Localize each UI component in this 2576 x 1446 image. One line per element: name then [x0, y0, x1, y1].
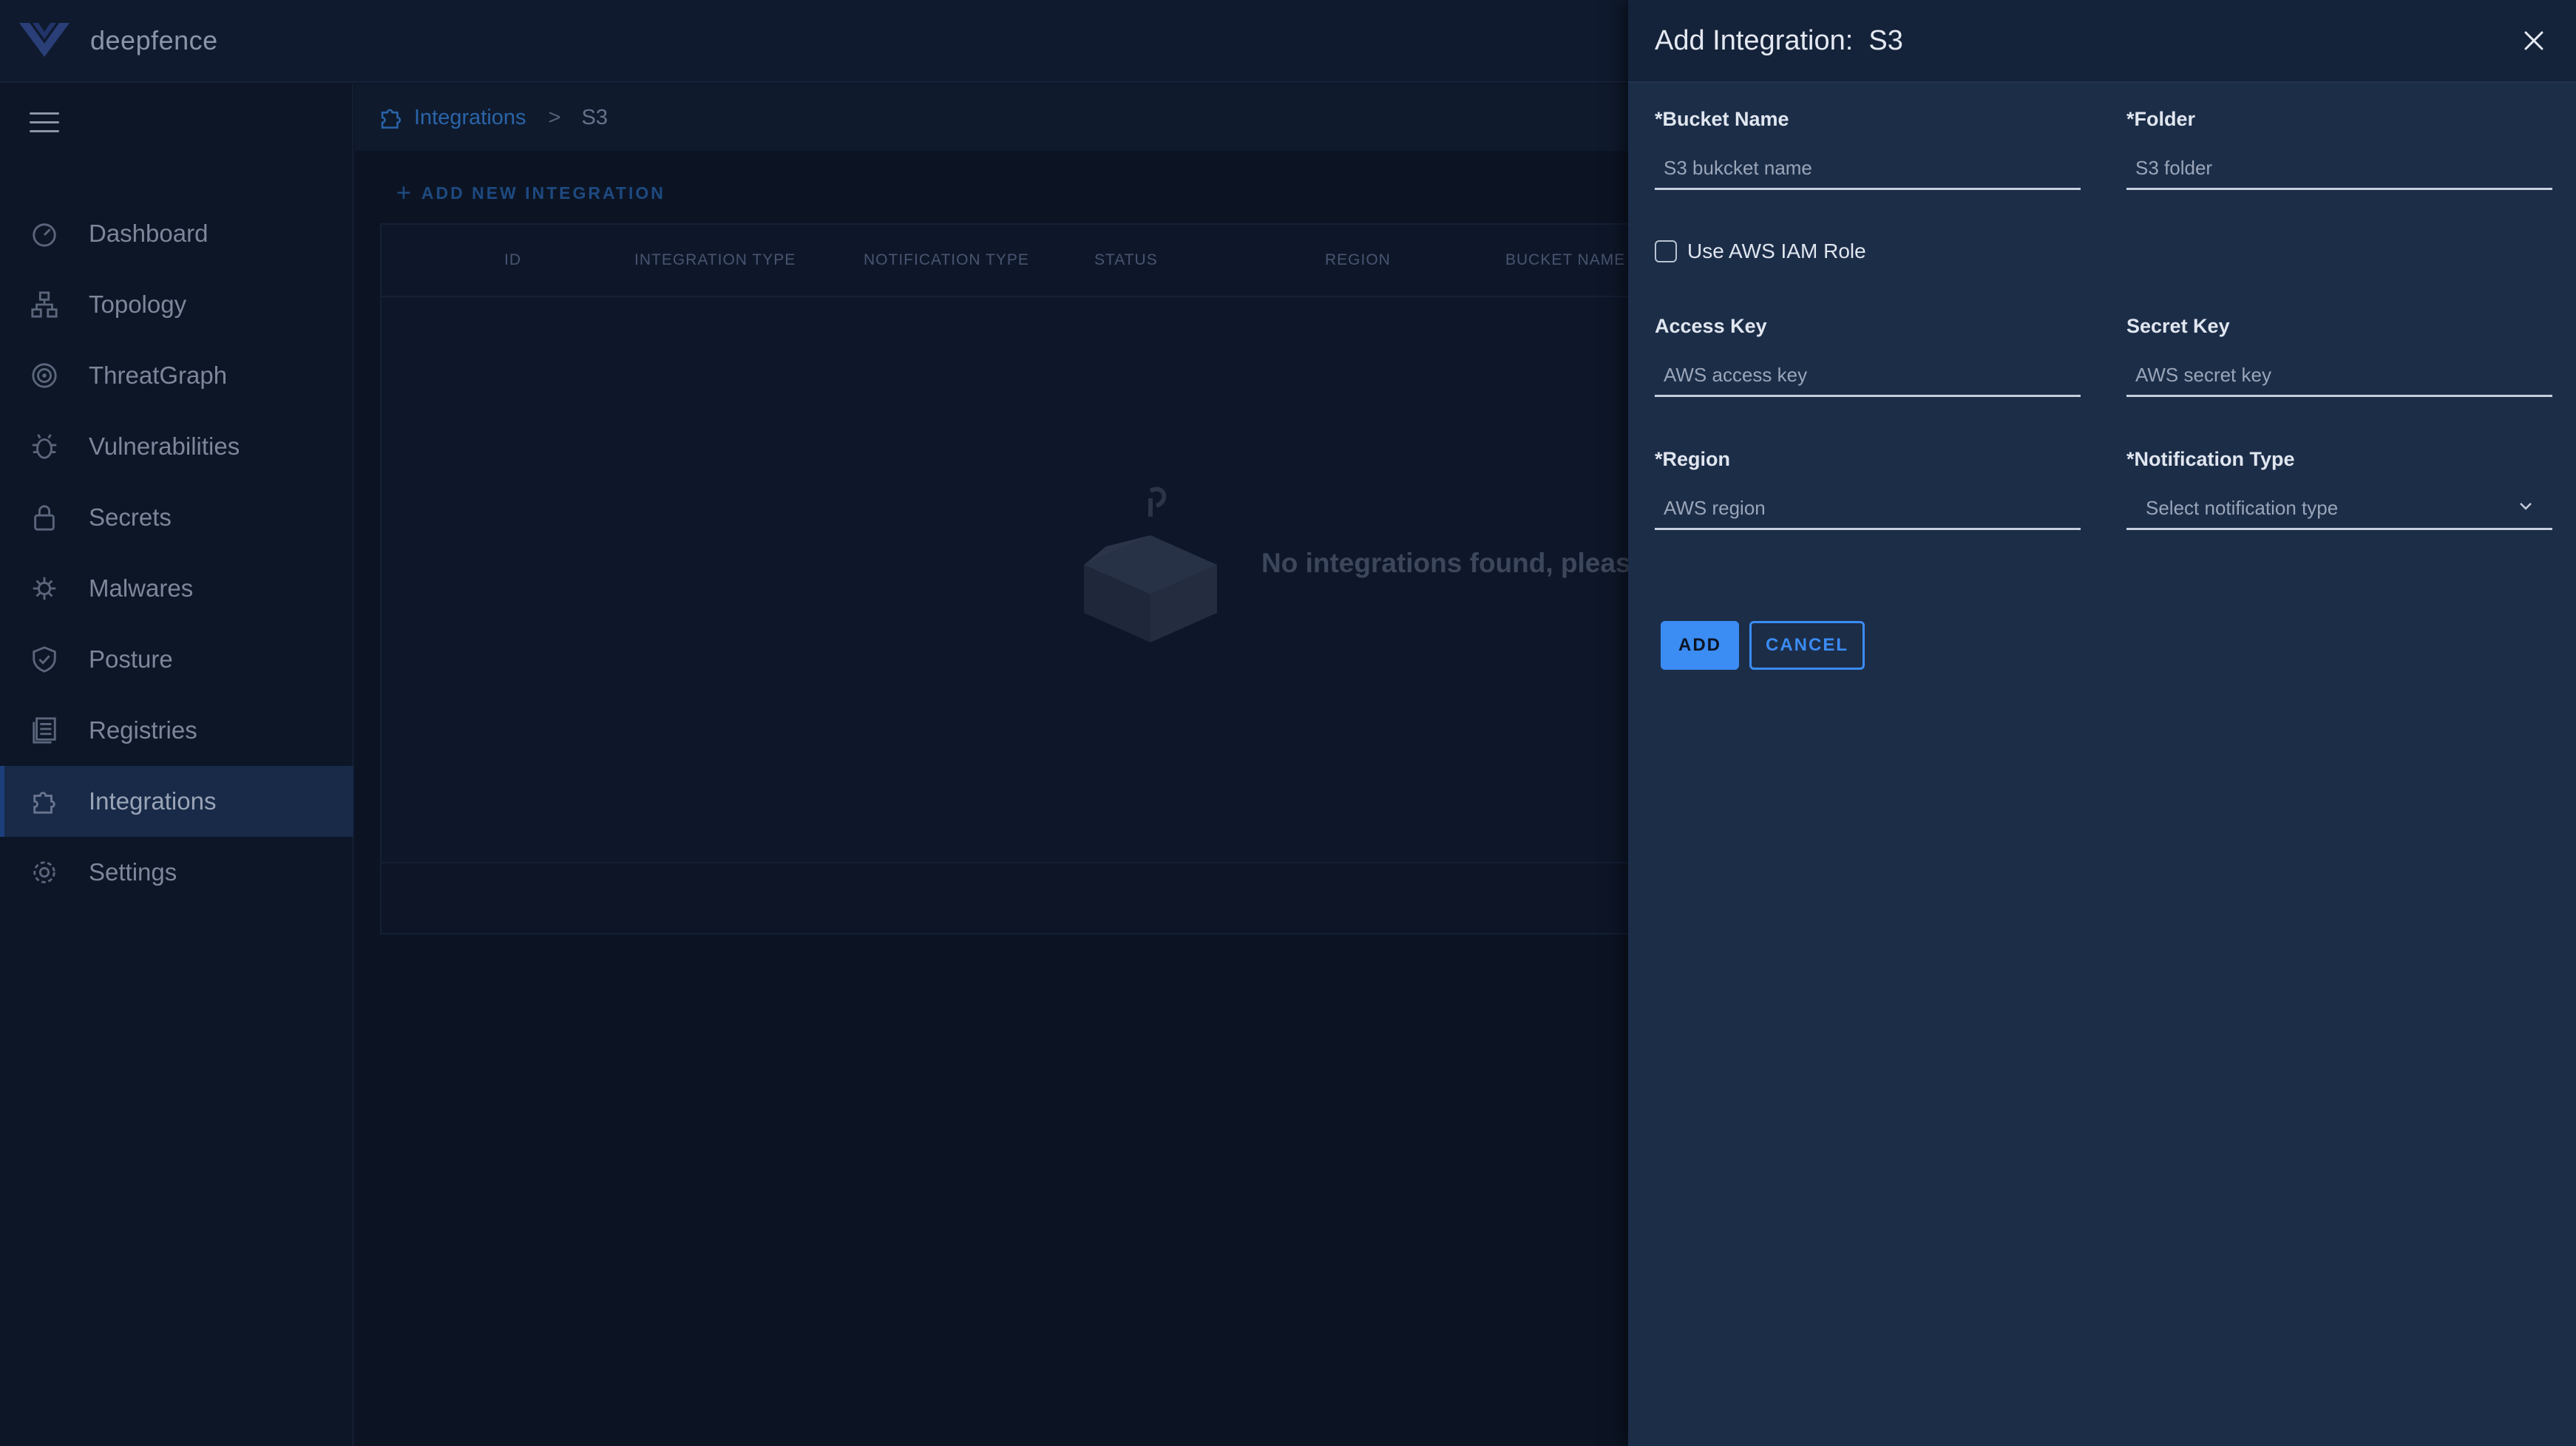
- folder-field: *Folder: [2126, 108, 2552, 190]
- topology-icon: [30, 290, 59, 319]
- sidebar: Dashboard Topology ThreatGraph Vulnerabi…: [0, 84, 353, 1446]
- chevron-right-icon: >: [548, 105, 561, 129]
- breadcrumb-current: S3: [581, 105, 608, 129]
- region-label: *Region: [1655, 448, 1731, 470]
- sidebar-item-malwares[interactable]: Malwares: [0, 553, 353, 624]
- add-button[interactable]: ADD: [1661, 621, 1739, 670]
- registries-icon: [30, 716, 59, 745]
- sidebar-item-label: Vulnerabilities: [89, 432, 240, 460]
- brand-name: deepfence: [90, 25, 218, 55]
- sidebar-item-label: Settings: [89, 858, 177, 886]
- column-header-notification-type[interactable]: NOTIFICATION TYPE: [864, 251, 1029, 269]
- use-aws-iam-role-checkbox-row[interactable]: Use AWS IAM Role: [1655, 240, 1866, 263]
- column-header-integration-type[interactable]: INTEGRATION TYPE: [634, 251, 796, 269]
- bucket-name-label: *Bucket Name: [1655, 108, 1789, 130]
- column-header-status[interactable]: STATUS: [1094, 251, 1158, 269]
- puzzle-icon: [30, 787, 59, 816]
- brand[interactable]: deepfence: [18, 17, 218, 65]
- access-key-input[interactable]: [1655, 356, 2081, 397]
- add-integration-drawer: Add Integration: S3 *Bucket Name *Folder…: [1628, 0, 2576, 1446]
- bucket-name-field: *Bucket Name: [1655, 108, 2081, 190]
- sidebar-item-vulnerabilities[interactable]: Vulnerabilities: [0, 411, 353, 482]
- threatgraph-icon: [30, 361, 59, 390]
- region-input[interactable]: [1655, 489, 2081, 530]
- sidebar-item-label: Topology: [89, 291, 187, 318]
- sidebar-item-topology[interactable]: Topology: [0, 269, 353, 340]
- secret-key-input[interactable]: [2126, 356, 2552, 397]
- bucket-name-input[interactable]: [1655, 149, 2081, 190]
- puzzle-icon: [379, 105, 404, 130]
- folder-label: *Folder: [2126, 108, 2196, 130]
- sidebar-item-posture[interactable]: Posture: [0, 624, 353, 695]
- hamburger-menu-icon[interactable]: [30, 112, 59, 133]
- malware-icon: [30, 574, 59, 603]
- empty-message: No integrations found, please a: [1261, 547, 1669, 578]
- sidebar-item-label: Secrets: [89, 503, 172, 531]
- drawer-title: Add Integration: S3: [1655, 24, 1903, 56]
- chevron-down-icon: [2518, 501, 2533, 515]
- deepfence-logo-icon: [18, 17, 71, 65]
- breadcrumb-link-integrations[interactable]: Integrations: [414, 106, 526, 130]
- drawer-header: Add Integration: S3: [1628, 0, 2576, 83]
- sidebar-item-label: ThreatGraph: [89, 362, 228, 389]
- column-header-id[interactable]: ID: [504, 251, 521, 269]
- notification-type-select-value: Select notification type: [2146, 497, 2339, 519]
- cancel-button[interactable]: CANCEL: [1749, 621, 1865, 670]
- shield-icon: [30, 645, 59, 674]
- dashboard-icon: [30, 219, 59, 248]
- sidebar-item-integrations[interactable]: Integrations: [0, 766, 353, 837]
- sidebar-item-label: Posture: [89, 645, 173, 673]
- notification-type-label: *Notification Type: [2126, 448, 2295, 470]
- sidebar-item-registries[interactable]: Registries: [0, 695, 353, 766]
- add-new-integration-button[interactable]: + ADD NEW INTEGRATION: [396, 180, 665, 206]
- bug-icon: [30, 432, 59, 461]
- close-icon[interactable]: [2521, 28, 2546, 53]
- sidebar-item-label: Integrations: [89, 787, 217, 815]
- sidebar-nav: Dashboard Topology ThreatGraph Vulnerabi…: [0, 198, 353, 908]
- folder-input[interactable]: [2126, 149, 2552, 190]
- add-new-integration-label: ADD NEW INTEGRATION: [421, 183, 665, 203]
- sidebar-item-label: Malwares: [89, 574, 194, 602]
- access-key-label: Access Key: [1655, 315, 1767, 337]
- gear-icon: [30, 858, 59, 887]
- column-header-region[interactable]: REGION: [1325, 251, 1391, 269]
- sidebar-item-label: Dashboard: [89, 220, 209, 247]
- region-field: *Region: [1655, 448, 2081, 530]
- app-root: deepfence Dashboard Topology ThreatGraph…: [0, 0, 2576, 1446]
- sidebar-item-label: Registries: [89, 716, 197, 744]
- secret-key-label: Secret Key: [2126, 315, 2230, 337]
- use-aws-iam-role-label: Use AWS IAM Role: [1687, 240, 1866, 262]
- column-header-bucket-name[interactable]: BUCKET NAME: [1505, 251, 1625, 269]
- access-key-field: Access Key: [1655, 315, 2081, 397]
- sidebar-item-settings[interactable]: Settings: [0, 837, 353, 908]
- empty-box-icon: [1077, 476, 1224, 650]
- notification-type-select[interactable]: Select notification type: [2126, 489, 2552, 530]
- secret-key-field: Secret Key: [2126, 315, 2552, 397]
- sidebar-item-secrets[interactable]: Secrets: [0, 482, 353, 553]
- notification-type-field: *Notification Type Select notification t…: [2126, 448, 2552, 530]
- plus-icon: +: [396, 179, 411, 207]
- empty-state: No integrations found, please a: [1077, 476, 1669, 650]
- sidebar-item-threatgraph[interactable]: ThreatGraph: [0, 340, 353, 411]
- use-aws-iam-role-checkbox[interactable]: [1655, 240, 1677, 262]
- sidebar-item-dashboard[interactable]: Dashboard: [0, 198, 353, 269]
- lock-icon: [30, 503, 59, 532]
